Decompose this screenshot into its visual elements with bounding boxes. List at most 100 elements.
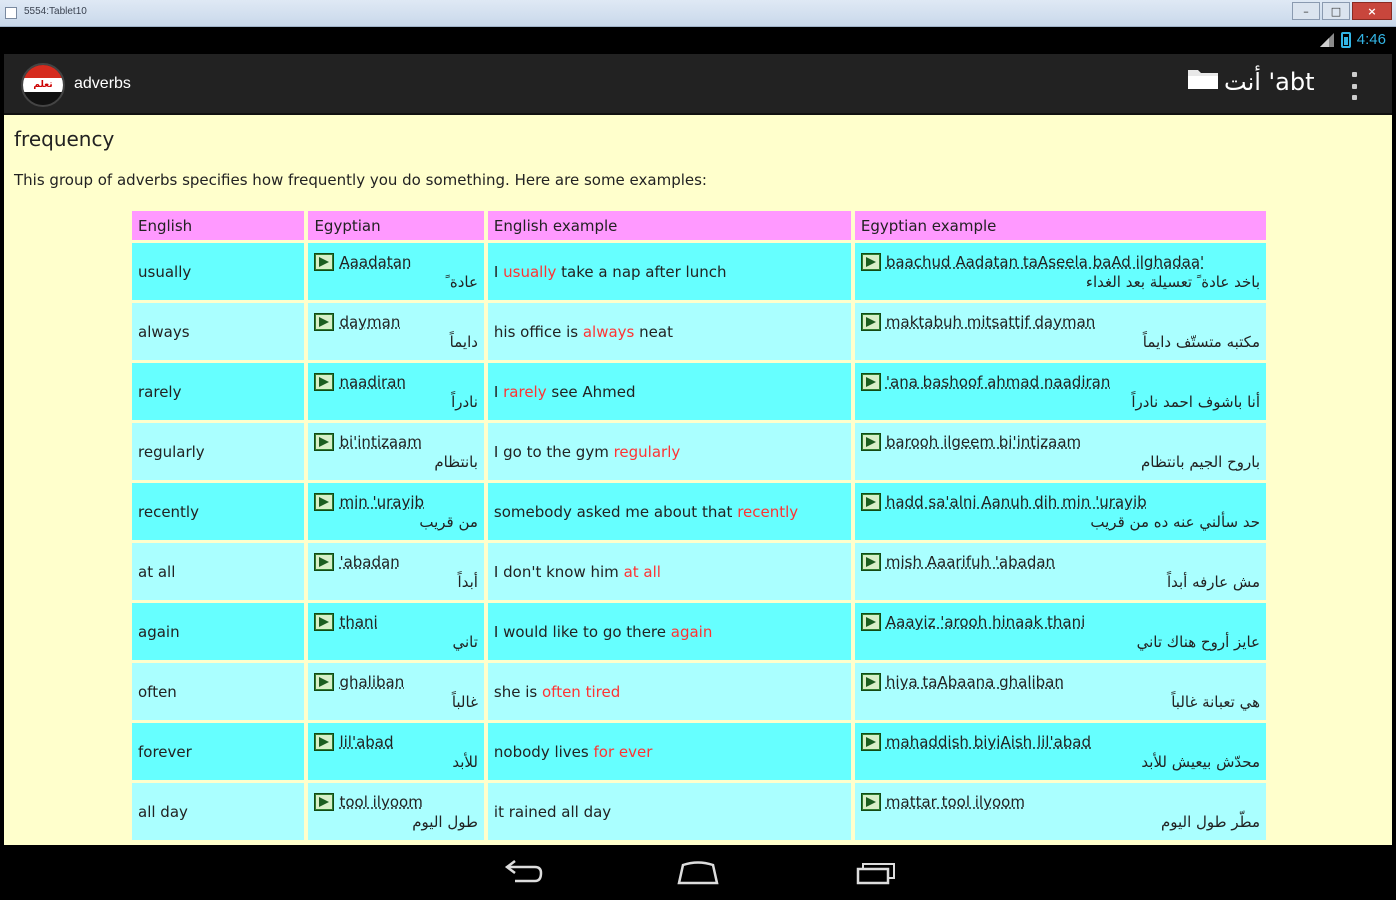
- folder-icon[interactable]: [1187, 66, 1219, 90]
- maximize-button[interactable]: □: [1322, 2, 1350, 20]
- audio-play-icon[interactable]: [860, 252, 881, 271]
- audio-play-icon[interactable]: [314, 252, 335, 271]
- example-text-before: it rained all day: [493, 802, 612, 821]
- egyptian-arabic: تاني: [452, 632, 478, 651]
- egyptian-example-transliteration[interactable]: mish Aaarifuh 'abadan: [886, 553, 1055, 571]
- egyptian-example-arabic: أنا باشوف احمد نادراً: [1131, 392, 1260, 411]
- audio-play-icon[interactable]: [314, 312, 335, 331]
- egyptian-example-transliteration[interactable]: Aaayiz 'arooh hinaak thani: [886, 613, 1085, 631]
- battery-icon: [1340, 31, 1351, 48]
- app-logo-icon[interactable]: ﺗﻌﻠﻢ: [21, 63, 65, 107]
- egyptian-word-cell: lil'abad للأبد: [308, 723, 484, 780]
- audio-play-icon[interactable]: [860, 432, 881, 451]
- english-word: recently: [132, 483, 305, 540]
- header-egyptian: Egyptian: [308, 211, 484, 240]
- audio-play-icon[interactable]: [860, 492, 881, 511]
- table-row: always dayman دايماً his office is always n…: [132, 303, 1266, 360]
- audio-play-icon[interactable]: [314, 372, 335, 391]
- egyptian-word-cell: min 'urayib من قريب: [308, 483, 484, 540]
- english-word: always: [132, 303, 305, 360]
- english-example: his office is always neat: [487, 303, 851, 360]
- egyptian-transliteration[interactable]: lil'abad: [339, 733, 393, 751]
- audio-play-icon[interactable]: [314, 792, 335, 811]
- table-row: recently min 'urayib من قريب somebody asked…: [132, 483, 1266, 540]
- example-highlight: at all: [623, 562, 661, 581]
- back-icon[interactable]: [501, 859, 545, 887]
- audio-play-icon[interactable]: [860, 552, 881, 571]
- egyptian-transliteration[interactable]: naadiran: [339, 373, 405, 391]
- table-row: at all 'abadan أبداً I don't know him at al…: [132, 543, 1266, 600]
- audio-play-icon[interactable]: [314, 432, 335, 451]
- egyptian-arabic: من قريب: [419, 512, 478, 531]
- english-example: I rarely see Ahmed: [487, 363, 851, 420]
- english-word: often: [132, 663, 305, 720]
- egyptian-transliteration[interactable]: Aaadatan: [339, 253, 411, 271]
- close-window-button[interactable]: ×: [1352, 2, 1392, 20]
- english-example: I usually take a nap after lunch: [487, 243, 851, 300]
- egyptian-transliteration[interactable]: 'abadan: [339, 553, 399, 571]
- example-text-before: I: [493, 262, 504, 281]
- egyptian-example-transliteration[interactable]: mahaddish biyiAish lil'abad: [886, 733, 1091, 751]
- egyptian-example-transliteration[interactable]: hadd sa'alni Aanuh dih min 'urayib: [886, 493, 1147, 511]
- egyptian-word-cell: bi'intizaam بانتظام: [308, 423, 484, 480]
- table-row: regularly bi'intizaam بانتظام I go to the g…: [132, 423, 1266, 480]
- example-highlight: usually: [503, 262, 557, 281]
- english-word: forever: [132, 723, 305, 780]
- egyptian-word-cell: ghaliban غالباً: [308, 663, 484, 720]
- audio-play-icon[interactable]: [860, 792, 881, 811]
- egyptian-transliteration[interactable]: dayman: [339, 313, 400, 331]
- egyptian-example-arabic: محدّش بيعيش للأبد: [1141, 752, 1260, 771]
- example-highlight: regularly: [613, 442, 681, 461]
- egyptian-arabic: غالباً: [451, 692, 478, 711]
- egyptian-example-cell: Aaayiz 'arooh hinaak thani عايز أروح هناك…: [854, 603, 1266, 660]
- audio-play-icon[interactable]: [860, 612, 881, 631]
- overflow-menu-icon[interactable]: [1352, 72, 1358, 100]
- header-english-example: English example: [487, 211, 851, 240]
- egyptian-transliteration[interactable]: thani: [339, 613, 377, 631]
- example-highlight: again: [670, 622, 713, 641]
- example-highlight: often tired: [542, 682, 621, 701]
- egyptian-transliteration[interactable]: tool ilyoom: [339, 793, 422, 811]
- egyptian-example-transliteration[interactable]: maktabuh mitsattif dayman: [886, 313, 1095, 331]
- home-icon[interactable]: [676, 859, 720, 887]
- audio-play-icon[interactable]: [860, 372, 881, 391]
- egyptian-example-arabic: عايز أروح هناك تاني: [1136, 632, 1260, 651]
- egyptian-word-cell: naadiran نادراً: [308, 363, 484, 420]
- egyptian-transliteration[interactable]: bi'intizaam: [339, 433, 421, 451]
- audio-play-icon[interactable]: [860, 732, 881, 751]
- egyptian-example-transliteration[interactable]: hiya taAbaana ghaliban: [886, 673, 1064, 691]
- egyptian-example-transliteration[interactable]: baachud Aadatan taAseela baAd ilghadaa': [886, 253, 1204, 271]
- host-window-title: 5554:Tablet10: [24, 6, 87, 17]
- english-example: somebody asked me about that recently: [487, 483, 851, 540]
- audio-play-icon[interactable]: [314, 552, 335, 571]
- egyptian-word-cell: thani تاني: [308, 603, 484, 660]
- audio-play-icon[interactable]: [314, 732, 335, 751]
- host-window-titlebar: 5554:Tablet10 – □ ×: [0, 0, 1396, 27]
- audio-play-icon[interactable]: [314, 492, 335, 511]
- egyptian-example-transliteration[interactable]: 'ana bashoof ahmad naadiran: [886, 373, 1110, 391]
- egyptian-example-transliteration[interactable]: mattar tool ilyoom: [886, 793, 1025, 811]
- example-text-before: she is: [493, 682, 542, 701]
- adverbs-table: English Egyptian English example Egyptia…: [128, 208, 1270, 843]
- egyptian-example-arabic: باخد عادة ً تعسيلة بعد الغداء: [1085, 272, 1260, 291]
- audio-play-icon[interactable]: [314, 672, 335, 691]
- english-word: usually: [132, 243, 305, 300]
- egyptian-transliteration[interactable]: ghaliban: [339, 673, 404, 691]
- audio-play-icon[interactable]: [860, 672, 881, 691]
- status-bar: 4:46: [4, 27, 1392, 54]
- egyptian-example-transliteration[interactable]: barooh ilgeem bi'intizaam: [886, 433, 1081, 451]
- navigation-bar: [4, 845, 1392, 900]
- example-text-before: I don't know him: [493, 562, 624, 581]
- example-highlight: rarely: [503, 382, 547, 401]
- english-example: I don't know him at all: [487, 543, 851, 600]
- egyptian-example-cell: mattar tool ilyoom مطّر طول اليوم: [854, 783, 1266, 840]
- table-row: forever lil'abad للأبد nobody lives for eve…: [132, 723, 1266, 780]
- audio-play-icon[interactable]: [314, 612, 335, 631]
- audio-play-icon[interactable]: [860, 312, 881, 331]
- egyptian-arabic: عادة ً: [445, 272, 478, 291]
- recent-apps-icon[interactable]: [854, 859, 898, 887]
- minimize-button[interactable]: –: [1292, 2, 1320, 20]
- egyptian-transliteration[interactable]: min 'urayib: [339, 493, 424, 511]
- current-screen-title[interactable]: ﺃﻧﺖ 'abt: [1224, 68, 1315, 96]
- content-area[interactable]: frequency This group of adverbs specifie…: [4, 115, 1392, 845]
